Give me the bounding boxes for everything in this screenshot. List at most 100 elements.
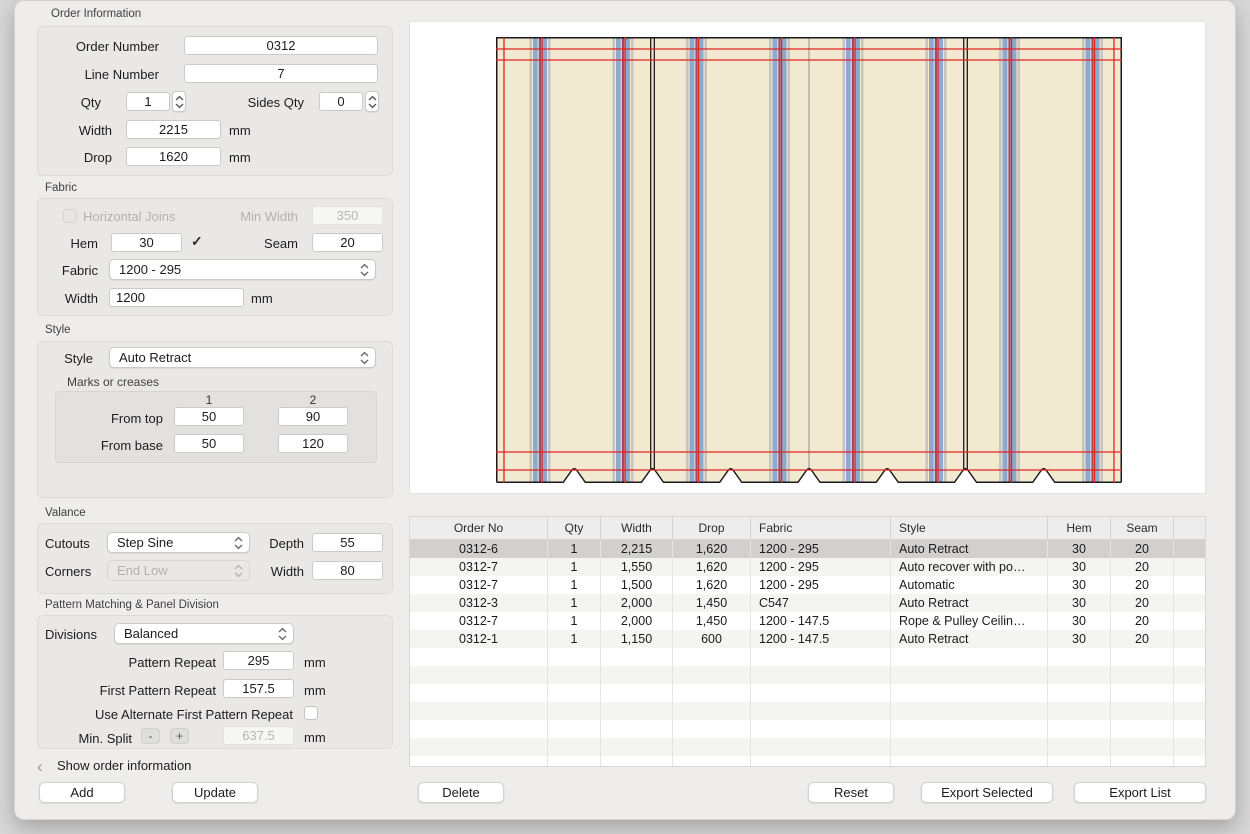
- order-number-label: Order Number: [41, 37, 159, 56]
- table-cell: [1111, 684, 1174, 702]
- table-row[interactable]: 0312-111,1506001200 - 147.5Auto Retract3…: [410, 630, 1205, 648]
- show-order-information-link[interactable]: Show order information: [57, 758, 191, 773]
- chevron-updown-icon: [234, 536, 243, 550]
- order-number-field[interactable]: 0312: [184, 36, 378, 55]
- column-header[interactable]: Drop: [673, 517, 751, 539]
- order-table[interactable]: Order NoQtyWidthDropFabricStyleHemSeam 0…: [409, 516, 1206, 767]
- table-row[interactable]: [410, 756, 1205, 767]
- table-row[interactable]: [410, 666, 1205, 684]
- min-split-field[interactable]: 637.5: [223, 726, 294, 745]
- min-split-increment-button[interactable]: +: [170, 728, 189, 744]
- seam-field[interactable]: 20: [312, 233, 383, 252]
- table-row[interactable]: 0312-612,2151,6201200 - 295Auto Retract3…: [410, 540, 1205, 558]
- table-cell: [1174, 648, 1205, 666]
- fabric-select-value: 1200 - 295: [119, 262, 181, 277]
- column-header[interactable]: Seam: [1111, 517, 1174, 539]
- column-header[interactable]: Fabric: [751, 517, 891, 539]
- table-cell: [1174, 666, 1205, 684]
- table-cell: [673, 702, 751, 720]
- table-cell: [673, 666, 751, 684]
- table-cell: [410, 756, 548, 767]
- table-cell: 1200 - 295: [751, 558, 891, 576]
- table-cell: [1111, 702, 1174, 720]
- table-cell: [1048, 756, 1111, 767]
- table-cell: 20: [1111, 576, 1174, 594]
- update-button[interactable]: Update: [172, 782, 258, 803]
- use-alternate-checkbox[interactable]: [304, 706, 318, 720]
- table-row[interactable]: [410, 738, 1205, 756]
- table-row[interactable]: 0312-712,0001,4501200 - 147.5Rope & Pull…: [410, 612, 1205, 630]
- corners-select-value: End Low: [117, 563, 168, 578]
- column-header[interactable]: Width: [601, 517, 673, 539]
- table-row[interactable]: [410, 684, 1205, 702]
- desktop: { "order_information": { "section_label"…: [0, 0, 1250, 834]
- qty-stepper[interactable]: [172, 91, 186, 112]
- table-cell: [410, 684, 548, 702]
- delete-button[interactable]: Delete: [418, 782, 504, 803]
- table-row[interactable]: [410, 720, 1205, 738]
- column-header[interactable]: Hem: [1048, 517, 1111, 539]
- depth-field[interactable]: 55: [312, 533, 383, 552]
- table-row[interactable]: 0312-312,0001,450C547Auto Retract3020: [410, 594, 1205, 612]
- style-select[interactable]: Auto Retract: [109, 347, 376, 368]
- table-cell: 0312-1: [410, 630, 548, 648]
- qty-field[interactable]: 1: [126, 92, 170, 111]
- table-cell: [751, 738, 891, 756]
- export-selected-button[interactable]: Export Selected: [921, 782, 1053, 803]
- column-header[interactable]: Qty: [548, 517, 601, 539]
- export-list-button[interactable]: Export List: [1074, 782, 1206, 803]
- from-base-2-field[interactable]: 120: [278, 434, 348, 453]
- pattern-repeat-field[interactable]: 295: [223, 651, 294, 670]
- sides-qty-stepper[interactable]: [365, 91, 379, 112]
- table-cell: [601, 684, 673, 702]
- table-cell: 1200 - 295: [751, 540, 891, 558]
- table-cell: [601, 702, 673, 720]
- table-cell: [1174, 684, 1205, 702]
- reset-button[interactable]: Reset: [808, 782, 894, 803]
- table-cell: 1,550: [601, 558, 673, 576]
- min-split-decrement-button[interactable]: -: [141, 728, 160, 744]
- drop-field[interactable]: 1620: [126, 147, 221, 166]
- table-row[interactable]: 0312-711,5501,6201200 - 295Auto recover …: [410, 558, 1205, 576]
- column-header[interactable]: Order No: [410, 517, 548, 539]
- fabric-select[interactable]: 1200 - 295: [109, 259, 376, 280]
- preview-panel: [409, 21, 1206, 494]
- sides-qty-field[interactable]: 0: [319, 92, 363, 111]
- add-button[interactable]: Add: [39, 782, 125, 803]
- fabric-width-field[interactable]: 1200: [109, 288, 244, 307]
- line-number-field[interactable]: 7: [184, 64, 378, 83]
- table-cell: [891, 738, 1048, 756]
- table-cell: [1111, 756, 1174, 767]
- divisions-select[interactable]: Balanced: [114, 623, 294, 644]
- from-top-1-field[interactable]: 50: [174, 407, 244, 426]
- column-header[interactable]: Style: [891, 517, 1048, 539]
- from-top-2-field[interactable]: 90: [278, 407, 348, 426]
- table-row[interactable]: [410, 702, 1205, 720]
- table-cell: [410, 738, 548, 756]
- table-cell: 30: [1048, 558, 1111, 576]
- from-base-1-field[interactable]: 50: [174, 434, 244, 453]
- corners-select[interactable]: End Low: [107, 560, 250, 581]
- table-cell: 0312-7: [410, 558, 548, 576]
- marks-col-2-header: 2: [278, 393, 348, 407]
- valance-width-field[interactable]: 80: [312, 561, 383, 580]
- table-row[interactable]: [410, 648, 1205, 666]
- column-header[interactable]: [1174, 517, 1205, 539]
- table-cell: 1,450: [673, 594, 751, 612]
- min-width-field[interactable]: 350: [312, 206, 383, 225]
- table-cell: [891, 684, 1048, 702]
- horizontal-joins-checkbox[interactable]: [63, 209, 77, 223]
- chevron-left-icon[interactable]: ‹: [37, 759, 43, 774]
- line-number-label: Line Number: [41, 65, 159, 84]
- table-cell: [1174, 594, 1205, 612]
- checkmark-icon[interactable]: ✓: [191, 234, 203, 248]
- hem-field[interactable]: 30: [111, 233, 182, 252]
- table-cell: [891, 756, 1048, 767]
- table-row[interactable]: 0312-711,5001,6201200 - 295Automatic3020: [410, 576, 1205, 594]
- table-cell: [548, 738, 601, 756]
- cutouts-select[interactable]: Step Sine: [107, 532, 250, 553]
- first-pattern-repeat-field[interactable]: 157.5: [223, 679, 294, 698]
- width-field[interactable]: 2215: [126, 120, 221, 139]
- depth-label: Depth: [259, 534, 304, 553]
- use-alternate-label: Use Alternate First Pattern Repeat: [61, 705, 293, 724]
